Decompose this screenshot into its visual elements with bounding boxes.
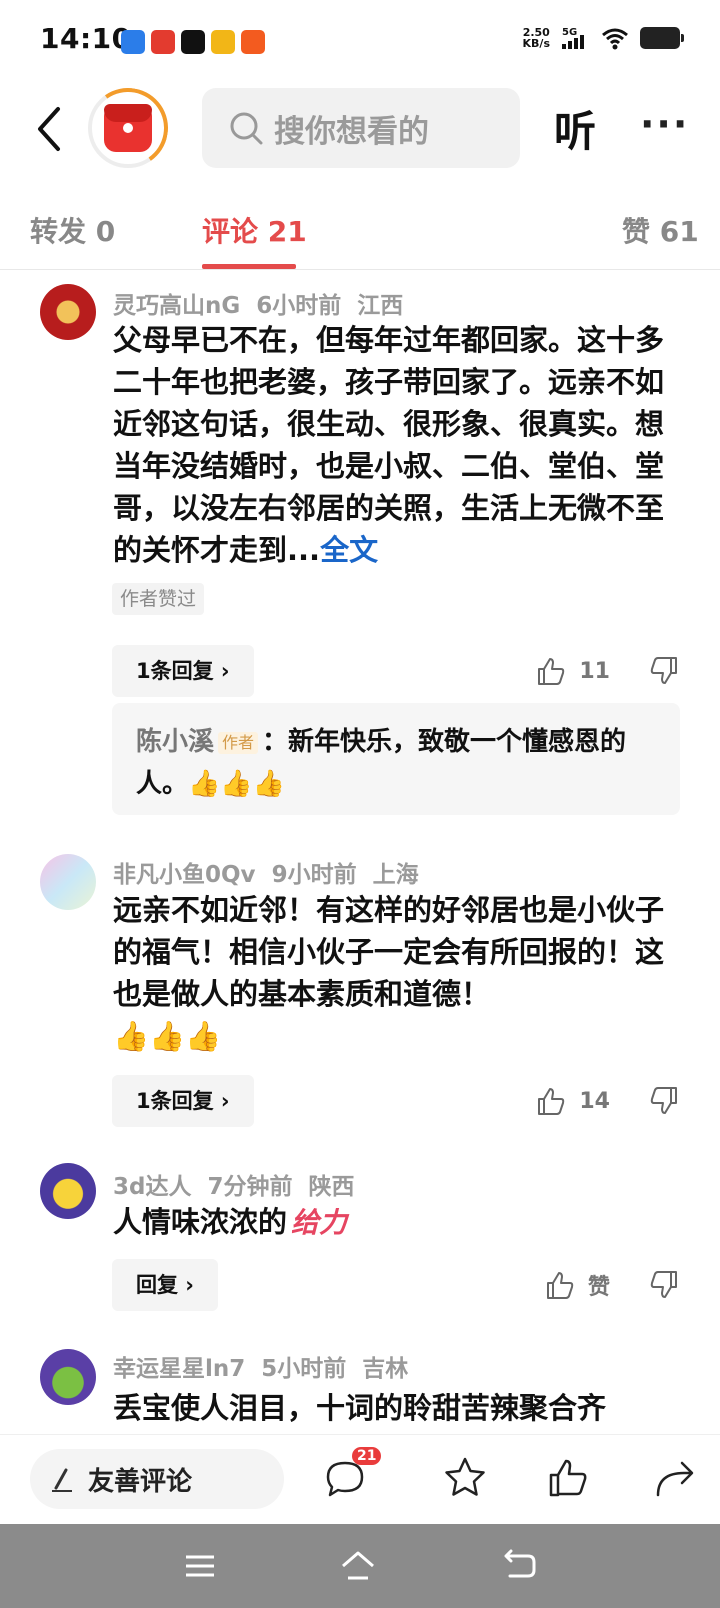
net-speed-unit: KB/s bbox=[522, 37, 550, 50]
fulltext-link[interactable]: 全文 bbox=[320, 533, 378, 567]
thumbs-up-emoji: 👍👍👍 bbox=[113, 1019, 222, 1053]
comment-text: 人情味浓浓的 给力 bbox=[113, 1201, 683, 1244]
user-avatar[interactable] bbox=[40, 854, 96, 910]
taobao-icon bbox=[241, 30, 265, 54]
home-icon[interactable] bbox=[340, 1548, 376, 1584]
like-button[interactable]: 11 bbox=[535, 655, 610, 687]
comment-time: 9小时前 bbox=[271, 862, 357, 888]
listen-button[interactable]: 听 bbox=[554, 98, 596, 159]
red-envelope-icon bbox=[104, 104, 152, 152]
thumbs-down-icon[interactable] bbox=[648, 1085, 680, 1117]
comment-location: 江西 bbox=[357, 293, 404, 319]
net-speed: 2.50 KB/s bbox=[523, 27, 550, 49]
reply-preview[interactable]: 陈小溪 作者 ：新年快乐，致敬一个懂感恩的人。👍👍👍 bbox=[112, 703, 680, 815]
like-count: 14 bbox=[579, 1088, 610, 1114]
menu-icon[interactable] bbox=[182, 1548, 218, 1584]
comment-time: 6小时前 bbox=[256, 293, 342, 319]
like-icon[interactable] bbox=[546, 1455, 592, 1501]
tiktok-icon bbox=[181, 30, 205, 54]
status-bar: 14:10 2.50 KB/s 5G bbox=[0, 0, 720, 84]
comment-username[interactable]: 3d达人 bbox=[113, 1174, 191, 1200]
comment-username[interactable]: 幸运星星ln7 bbox=[113, 1356, 245, 1382]
like-count: 11 bbox=[579, 658, 610, 684]
comment-text: 远亲不如近邻！有这样的好邻居也是小伙子的福气！相信小伙子一定会有所回报的！这也是… bbox=[113, 889, 683, 1057]
svg-text:5G: 5G bbox=[562, 27, 577, 38]
bottom-action-bar: 友善评论 21 bbox=[0, 1434, 720, 1524]
replies-button[interactable]: 1条回复 › bbox=[112, 645, 254, 697]
comment-username[interactable]: 灵巧高山nG bbox=[113, 293, 240, 319]
comment-meta: 幸运星星ln7 5小时前 吉林 bbox=[113, 1349, 424, 1383]
tab-reposts[interactable]: 转发 0 bbox=[30, 210, 115, 250]
share-icon[interactable] bbox=[652, 1455, 698, 1501]
top-nav: 搜你想看的 听 ··· bbox=[0, 81, 720, 176]
thumbs-down-icon[interactable] bbox=[648, 655, 680, 687]
comment-body: 父母早已不在，但每年过年都回家。这十多二十年也把老婆，孩子带回家了。远亲不如近邻… bbox=[113, 323, 665, 567]
active-tab-indicator bbox=[202, 264, 296, 269]
search-placeholder: 搜你想看的 bbox=[274, 113, 429, 150]
comment-time: 5小时前 bbox=[261, 1356, 347, 1382]
search-icon bbox=[230, 112, 263, 145]
status-time: 14:10 bbox=[40, 22, 132, 55]
comment-list: 灵巧高山nG 6小时前 江西 父母早已不在，但每年过年都回家。这十多二十年也把老婆，… bbox=[0, 271, 720, 1434]
like-label: 赞 bbox=[587, 1275, 610, 1300]
comment-tabs: 转发 0 评论 21 赞 61 bbox=[0, 176, 720, 270]
tab-comments[interactable]: 评论 21 bbox=[202, 210, 307, 250]
reply-button[interactable]: 回复 › bbox=[112, 1259, 218, 1311]
comment-input-label: 友善评论 bbox=[88, 1466, 193, 1497]
pen-icon bbox=[52, 1468, 72, 1492]
favorite-star-icon[interactable] bbox=[442, 1455, 488, 1501]
comment-count-badge: 21 bbox=[352, 1447, 382, 1465]
comment-meta: 灵巧高山nG 6小时前 江西 bbox=[113, 286, 419, 320]
app-4-icon bbox=[211, 30, 235, 54]
comment-body: 人情味浓浓的 bbox=[113, 1205, 288, 1239]
thumbs-up-icon bbox=[538, 658, 565, 685]
comment-text: 父母早已不在，但每年过年都回家。这十多二十年也把老婆，孩子带回家了。远亲不如近邻… bbox=[113, 319, 683, 571]
comment-text: 丢宝使人泪目，十词的聆甜苦辣聚合齐 bbox=[113, 1391, 607, 1425]
tab-likes[interactable]: 赞 61 bbox=[622, 210, 699, 250]
app-1-icon bbox=[121, 30, 145, 54]
like-button[interactable]: 赞 bbox=[544, 1269, 610, 1301]
comment-time: 7分钟前 bbox=[207, 1174, 293, 1200]
geili-sticker: 给力 bbox=[291, 1206, 348, 1239]
thumbs-down-icon[interactable] bbox=[648, 1269, 680, 1301]
wifi-icon bbox=[602, 28, 628, 50]
back-nav-icon[interactable] bbox=[502, 1548, 538, 1584]
thumbs-up-icon bbox=[538, 1088, 565, 1115]
thumbs-up-emoji: 👍👍👍 bbox=[188, 769, 286, 799]
author-liked-badge: 作者赞过 bbox=[112, 583, 205, 615]
search-input[interactable]: 搜你想看的 bbox=[202, 88, 520, 168]
battery-icon bbox=[640, 27, 684, 49]
replies-button[interactable]: 1条回复 › bbox=[112, 1075, 254, 1127]
more-button[interactable]: ··· bbox=[640, 102, 689, 146]
author-avatar[interactable] bbox=[81, 81, 175, 175]
system-nav-bar bbox=[0, 1524, 720, 1608]
comment-meta: 非凡小鱼0Qv 9小时前 上海 bbox=[113, 855, 435, 889]
comment-username[interactable]: 非凡小鱼0Qv bbox=[113, 862, 256, 888]
reply-author[interactable]: 陈小溪 bbox=[136, 727, 214, 757]
comment-location: 上海 bbox=[372, 862, 419, 888]
status-indicators: 2.50 KB/s 5G bbox=[523, 26, 684, 50]
author-tag: 作者 bbox=[218, 731, 259, 754]
back-button[interactable] bbox=[30, 104, 70, 154]
comment-input[interactable]: 友善评论 bbox=[30, 1449, 284, 1509]
cellular-signal-icon: 5G bbox=[562, 27, 584, 49]
comment-location: 吉林 bbox=[362, 1356, 409, 1382]
status-app-icons bbox=[121, 30, 265, 54]
like-button[interactable]: 14 bbox=[535, 1085, 610, 1117]
user-avatar[interactable] bbox=[40, 284, 96, 340]
comment-body: 远亲不如近邻！有这样的好邻居也是小伙子的福气！相信小伙子一定会有所回报的！这也是… bbox=[113, 893, 665, 1011]
thumbs-up-icon bbox=[546, 1272, 574, 1299]
user-avatar[interactable] bbox=[40, 1163, 96, 1219]
comment-meta: 3d达人 7分钟前 陕西 bbox=[113, 1167, 370, 1201]
user-avatar[interactable] bbox=[40, 1349, 96, 1405]
comment-location: 陕西 bbox=[308, 1174, 355, 1200]
toutiao-icon bbox=[151, 30, 175, 54]
